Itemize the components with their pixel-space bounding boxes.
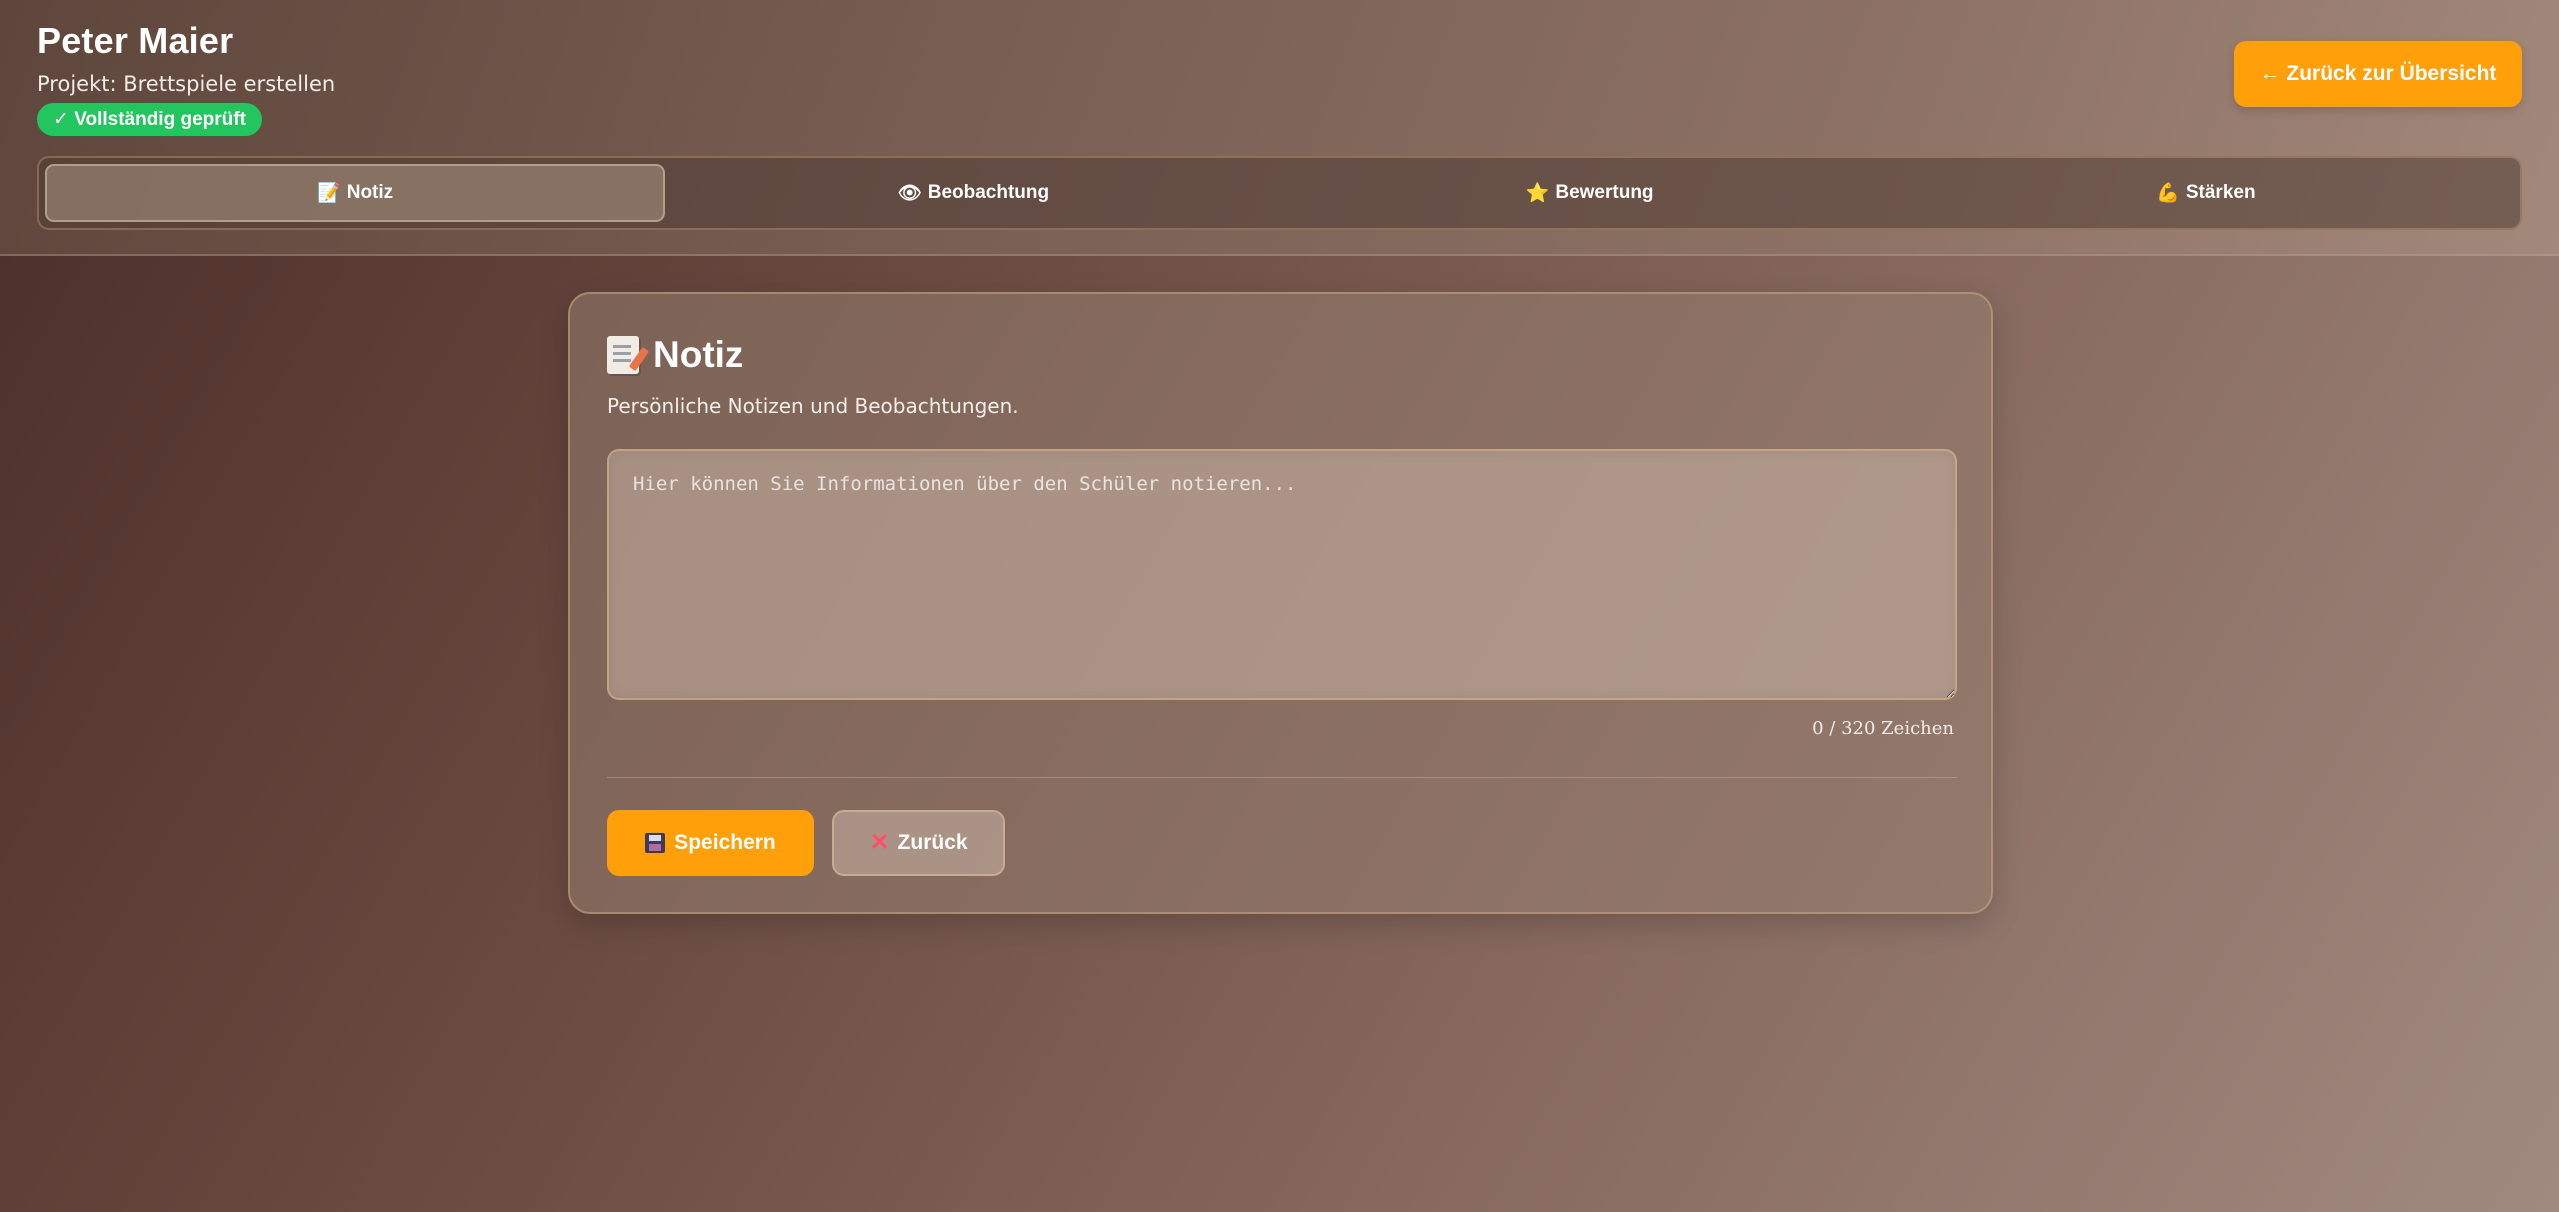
student-name: Peter Maier <box>37 20 234 61</box>
close-icon: ✕ <box>869 829 890 856</box>
status-badge: ✓ Vollständig geprüft <box>37 103 262 136</box>
note-textarea[interactable] <box>607 449 1957 700</box>
tab-label: Stärken <box>2185 182 2256 203</box>
save-button-label: Speichern <box>674 831 776 854</box>
back-button-label: Zurück <box>897 831 968 854</box>
back-to-overview-button[interactable]: ← Zurück zur Übersicht <box>2234 41 2522 107</box>
char-counter: 0 / 320 Zeichen <box>1812 718 1954 739</box>
tab-staerken[interactable]: 💪 Stärken <box>1898 164 2514 222</box>
project-label: Projekt: Brettspiele erstellen <box>37 72 336 96</box>
memo-icon: 📝 <box>317 183 341 204</box>
floppy-disk-icon <box>645 833 666 853</box>
flexed-biceps-icon: 💪 <box>2156 183 2180 204</box>
tab-bar: 📝 Notiz 👁 Beobachtung ⭐ Bewertung 💪 Stär… <box>37 156 2522 230</box>
note-card: Notiz Persönliche Notizen und Beobachtun… <box>568 292 1993 914</box>
divider <box>607 777 1957 778</box>
card-title-text: Notiz <box>653 334 744 375</box>
memo-icon <box>607 336 639 374</box>
tab-beobachtung[interactable]: 👁 Beobachtung <box>665 164 1281 222</box>
tab-notiz[interactable]: 📝 Notiz <box>45 164 666 222</box>
tab-label: Notiz <box>346 182 394 203</box>
card-title: Notiz <box>607 334 743 376</box>
save-button[interactable]: Speichern <box>607 810 814 876</box>
star-icon: ⭐ <box>1525 183 1550 204</box>
tab-label: Beobachtung <box>927 182 1050 203</box>
eye-icon: 👁 <box>897 183 922 204</box>
tab-label: Bewertung <box>1555 182 1654 203</box>
tab-bewertung[interactable]: ⭐ Bewertung <box>1282 164 1898 222</box>
card-subtitle: Persönliche Notizen und Beobachtungen. <box>607 394 1019 418</box>
back-button[interactable]: ✕ Zurück <box>832 810 1005 876</box>
header: Peter Maier Projekt: Brettspiele erstell… <box>0 0 2559 256</box>
